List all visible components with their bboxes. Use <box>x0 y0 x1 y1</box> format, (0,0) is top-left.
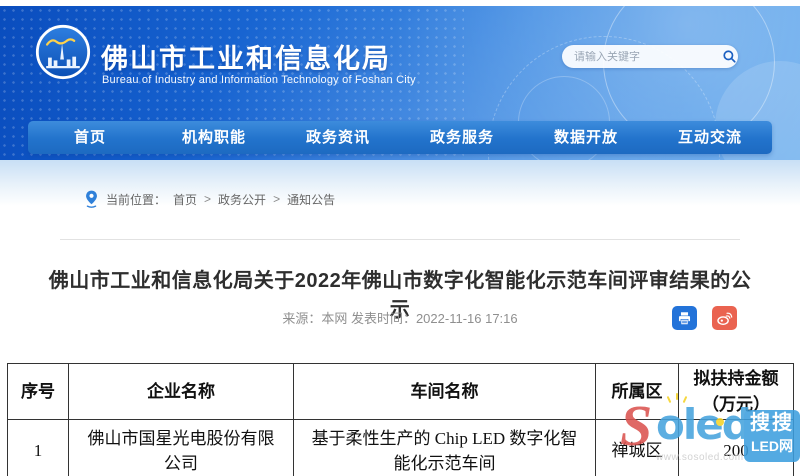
cell-amount: 200 <box>679 420 794 476</box>
breadcrumb-separator: > <box>273 192 280 206</box>
nav-item-news[interactable]: 政务资讯 <box>276 121 400 154</box>
site-title: 佛山市工业和信息化局 <box>101 37 391 76</box>
result-table: 序号 企业名称 车间名称 所属区 拟扶持金额（万元） 1 佛山市国星光电股份有限… <box>7 363 794 476</box>
page: 佛山市工业和信息化局 Bureau of Industry and Inform… <box>0 0 800 476</box>
weibo-share-icon[interactable] <box>712 306 737 330</box>
cell-district: 禅城区 <box>596 420 679 476</box>
breadcrumb-home[interactable]: 首页 <box>173 191 197 208</box>
col-header-company: 企业名称 <box>69 364 294 420</box>
location-pin-icon <box>84 189 99 209</box>
nav-item-home[interactable]: 首页 <box>28 121 152 154</box>
breadcrumb: 当前位置： 首页 > 政务公开 > 通知公告 <box>84 187 335 211</box>
nav-item-functions[interactable]: 机构职能 <box>152 121 276 154</box>
breadcrumb-notices[interactable]: 通知公告 <box>287 191 335 208</box>
printer-icon[interactable] <box>672 306 697 330</box>
breadcrumb-gov-disclosure[interactable]: 政务公开 <box>218 191 266 208</box>
table-row: 1 佛山市国星光电股份有限公司 基于柔性生产的 Chip LED 数字化智能化示… <box>8 420 794 476</box>
col-header-workshop: 车间名称 <box>294 364 596 420</box>
main-nav: 首页 机构职能 政务资讯 政务服务 数据开放 互动交流 <box>28 121 772 154</box>
cell-company: 佛山市国星光电股份有限公司 <box>69 420 294 476</box>
search-box <box>562 45 738 68</box>
site-subtitle: Bureau of Industry and Information Techn… <box>102 74 416 86</box>
col-header-no: 序号 <box>8 364 69 420</box>
content-divider <box>60 239 740 240</box>
cell-no: 1 <box>8 420 69 476</box>
nav-item-interaction[interactable]: 互动交流 <box>648 121 772 154</box>
table-header-row: 序号 企业名称 车间名称 所属区 拟扶持金额（万元） <box>8 364 794 420</box>
col-header-amount: 拟扶持金额（万元） <box>679 364 794 420</box>
cell-workshop: 基于柔性生产的 Chip LED 数字化智能化示范车间 <box>294 420 596 476</box>
breadcrumb-separator: > <box>204 192 211 206</box>
col-header-district: 所属区 <box>596 364 679 420</box>
search-icon[interactable] <box>720 45 738 68</box>
breadcrumb-label: 当前位置： <box>106 191 166 208</box>
nav-item-services[interactable]: 政务服务 <box>400 121 524 154</box>
search-input[interactable] <box>562 51 720 63</box>
site-logo[interactable] <box>35 24 91 80</box>
nav-item-open-data[interactable]: 数据开放 <box>524 121 648 154</box>
